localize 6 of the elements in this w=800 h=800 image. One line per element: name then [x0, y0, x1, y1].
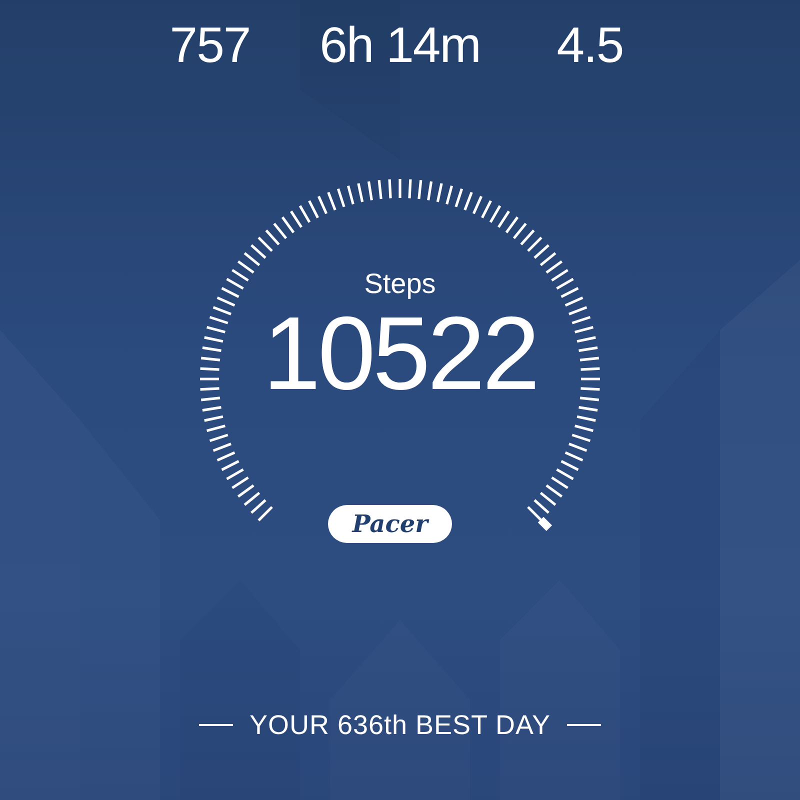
- stat-value: 6h 14m: [318, 18, 482, 73]
- brand-logo: Pacer: [328, 505, 452, 543]
- best-day-text: YOUR 636th BEST DAY: [249, 709, 551, 742]
- steps-label: Steps: [363, 267, 437, 301]
- stat-value: 757: [168, 18, 252, 73]
- stat-value: 4.5: [556, 18, 624, 73]
